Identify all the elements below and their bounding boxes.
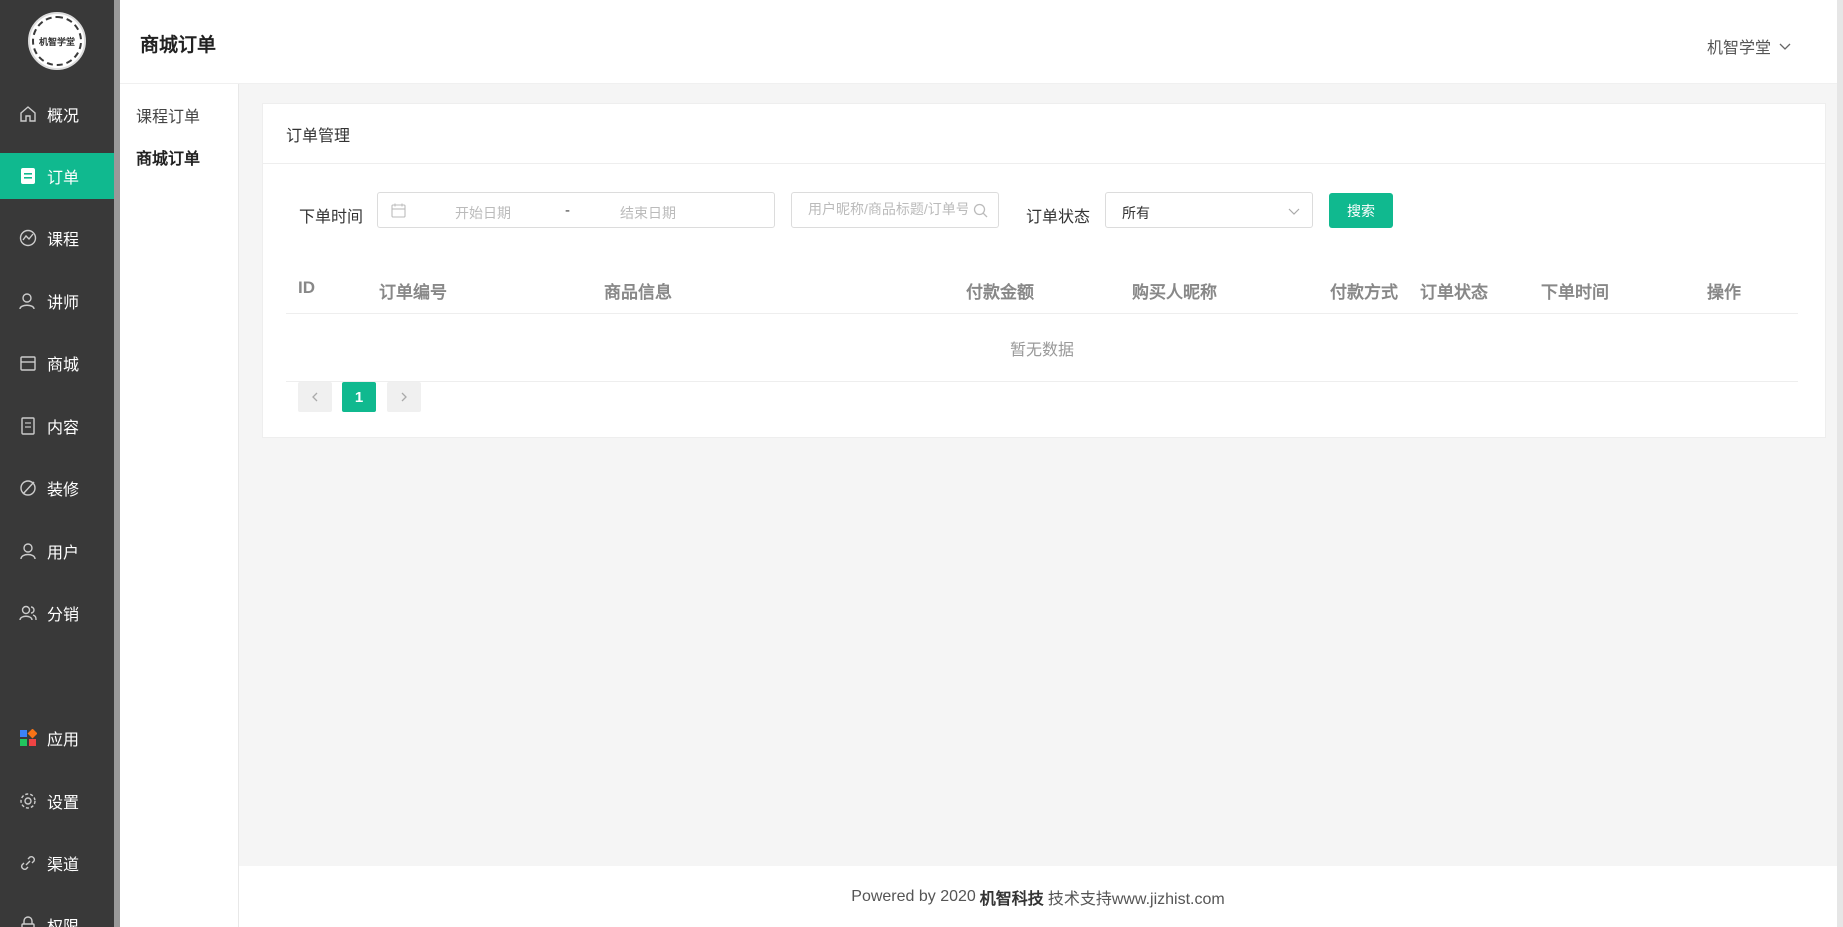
column-header-order-status[interactable]: 订单状态 [1420, 278, 1488, 303]
column-header-id[interactable]: ID [298, 278, 315, 298]
end-date-input[interactable]: 结束日期 [620, 203, 676, 223]
secondary-nav: 课程订单 商城订单 [120, 84, 239, 927]
subnav-item-store-orders[interactable]: 商城订单 [136, 145, 200, 169]
page-footer: Powered by 2020 机智科技 技术支持www.jizhist.com [239, 866, 1837, 927]
sidebar-item-label: 概况 [47, 108, 80, 125]
page-title: 商城订单 [140, 35, 217, 56]
sidebar-item-label: 设置 [47, 795, 80, 812]
sidebar-item-label: 渠道 [47, 857, 80, 874]
teacher-icon [18, 291, 38, 311]
prev-page-button[interactable] [298, 382, 332, 412]
sidebar-item-orders[interactable]: 订单 [0, 153, 114, 199]
card-title: 订单管理 [263, 104, 1825, 164]
date-range-separator: - [565, 202, 570, 219]
sidebar-item-label: 讲师 [47, 295, 80, 312]
footer-suffix[interactable]: 技术支持www.jizhist.com [1048, 885, 1225, 909]
column-header-order-time[interactable]: 下单时间 [1541, 278, 1609, 303]
subnav-item-course-orders[interactable]: 课程订单 [136, 103, 200, 127]
sidebar-item-channels[interactable]: 渠道 [0, 840, 114, 886]
lock-icon [18, 915, 38, 927]
main-sidebar: 机智学堂 概况 订单 课程 讲师 商城 内容 装修 用户 分销 应用 设置 渠道 [0, 0, 120, 927]
sidebar-item-teachers[interactable]: 讲师 [0, 278, 114, 324]
gear-icon [18, 791, 38, 811]
sidebar-item-label: 订单 [47, 170, 80, 187]
sidebar-item-store[interactable]: 商城 [0, 340, 114, 386]
sidebar-item-permissions[interactable]: 权限 [0, 902, 114, 927]
order-status-select[interactable]: 所有 [1105, 192, 1313, 228]
chevron-right-icon [401, 392, 407, 402]
home-icon [18, 104, 38, 124]
decorate-icon [18, 478, 38, 498]
sidebar-item-label: 内容 [47, 420, 80, 437]
order-management-card: 订单管理 下单时间 开始日期 - 结束日期 订单状态 所有 搜索 ID 订单编号… [262, 103, 1826, 438]
sidebar-item-distribution[interactable]: 分销 [0, 590, 114, 636]
link-icon [18, 853, 38, 873]
sidebar-item-apps[interactable]: 应用 [0, 715, 114, 761]
empty-state: 暂无数据 [286, 314, 1798, 382]
column-header-buyer[interactable]: 购买人昵称 [1132, 278, 1217, 303]
order-icon [18, 166, 38, 186]
column-header-product-info[interactable]: 商品信息 [604, 278, 672, 303]
user-icon [18, 541, 38, 561]
user-name: 机智学堂 [1706, 40, 1771, 57]
date-range-picker[interactable]: 开始日期 - 结束日期 [377, 192, 775, 228]
sidebar-item-overview[interactable]: 概况 [0, 91, 114, 137]
search-icon[interactable] [973, 203, 988, 218]
top-header: 商城订单 机智学堂 [120, 0, 1843, 84]
sidebar-item-users[interactable]: 用户 [0, 528, 114, 574]
store-icon [18, 353, 38, 373]
column-header-order-no[interactable]: 订单编号 [379, 278, 447, 303]
sidebar-item-settings[interactable]: 设置 [0, 778, 114, 824]
page-scrollbar[interactable] [1837, 0, 1843, 927]
status-select-value: 所有 [1122, 205, 1150, 221]
column-header-amount[interactable]: 付款金额 [966, 278, 1034, 303]
sidebar-item-label: 权限 [47, 913, 79, 927]
page-number-current[interactable]: 1 [342, 382, 376, 412]
order-status-label: 订单状态 [1026, 209, 1091, 226]
sidebar-item-label: 课程 [47, 232, 80, 249]
sidebar-item-content[interactable]: 内容 [0, 403, 114, 449]
search-input[interactable] [808, 201, 968, 217]
app-logo[interactable]: 机智学堂 [28, 12, 86, 70]
start-date-input[interactable]: 开始日期 [455, 203, 511, 223]
sidebar-item-label: 商城 [47, 357, 80, 374]
sidebar-item-label: 用户 [47, 545, 80, 562]
sidebar-item-decorate[interactable]: 装修 [0, 465, 114, 511]
sidebar-item-courses[interactable]: 课程 [0, 215, 114, 261]
course-icon [18, 228, 38, 248]
filter-bar: 下单时间 开始日期 - 结束日期 订单状态 所有 搜索 [263, 192, 1825, 232]
calendar-icon [391, 203, 406, 218]
sidebar-item-label: 分销 [47, 607, 80, 624]
apps-icon [18, 728, 38, 748]
search-button[interactable]: 搜索 [1329, 193, 1393, 228]
user-menu[interactable]: 机智学堂 [1707, 34, 1791, 58]
order-time-label: 下单时间 [299, 209, 364, 226]
keyword-search-box [791, 192, 999, 228]
logo-text: 机智学堂 [32, 16, 82, 66]
sidebar-item-label: 应用 [47, 732, 80, 749]
footer-company: 机智科技 [979, 890, 1044, 908]
chevron-down-icon [1779, 43, 1791, 50]
content-icon [18, 416, 38, 436]
column-header-actions[interactable]: 操作 [1707, 278, 1741, 303]
next-page-button[interactable] [387, 382, 421, 412]
sidebar-item-label: 装修 [47, 482, 80, 499]
orders-table-header: ID 订单编号 商品信息 付款金额 购买人昵称 付款方式 订单状态 下单时间 操… [286, 264, 1798, 314]
chevron-down-icon [1288, 208, 1300, 215]
chevron-left-icon [312, 392, 318, 402]
distribution-icon [18, 603, 38, 623]
column-header-payment-method[interactable]: 付款方式 [1330, 278, 1398, 303]
footer-prefix: Powered by 2020 [851, 887, 976, 905]
